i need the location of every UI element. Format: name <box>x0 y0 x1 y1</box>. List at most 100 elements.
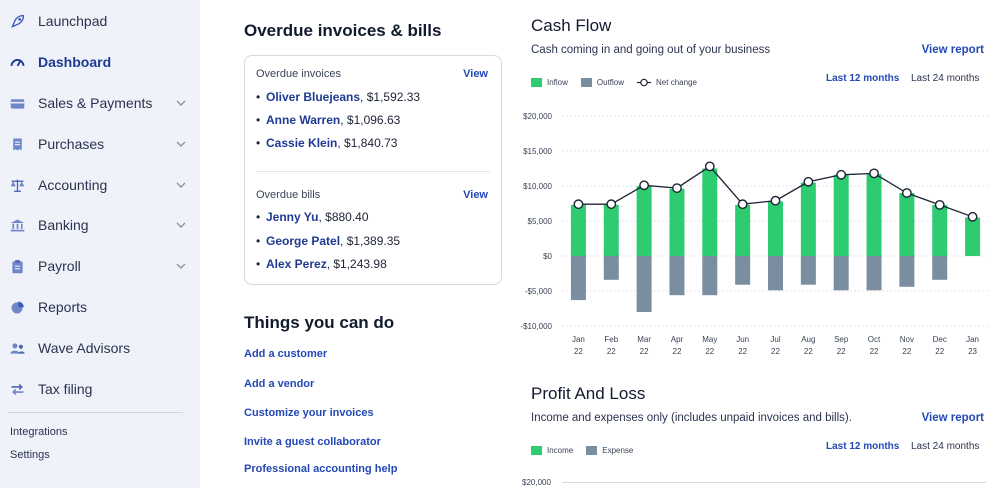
profit-loss-range-12-months[interactable]: Last 12 months <box>826 441 899 452</box>
profit-loss-view-report-link[interactable]: View report <box>922 412 984 424</box>
sidebar-divider <box>8 412 183 413</box>
chevron-down-icon[interactable] <box>174 218 188 232</box>
profit-loss-range-24-months[interactable]: Last 24 months <box>911 441 979 452</box>
sidebar-link-settings[interactable]: Settings <box>10 449 50 461</box>
x-tick-label: 22 <box>771 347 780 356</box>
net-change-point <box>869 168 879 179</box>
net-change-swatch <box>637 78 652 87</box>
legend-inflow-label: Inflow <box>547 78 568 87</box>
receipt-icon <box>8 135 27 154</box>
overdue-bill-row: • Alex Perez, $1,243.98 <box>256 257 387 271</box>
outflow-bar <box>899 256 915 287</box>
inflow-bar <box>932 204 948 256</box>
bill-amount: , $1,243.98 <box>326 257 387 271</box>
sidebar-link-integrations[interactable]: Integrations <box>10 426 67 438</box>
add-vendor-link[interactable]: Add a vendor <box>244 378 314 390</box>
cash-flow-range-24-months[interactable]: Last 24 months <box>911 73 979 84</box>
net-change-point <box>934 200 945 210</box>
x-tick-label: 22 <box>738 347 747 356</box>
arrows-icon <box>8 380 27 399</box>
cash-flow-view-report-link[interactable]: View report <box>922 44 984 56</box>
sidebar-item-launchpad[interactable]: Launchpad <box>0 5 200 37</box>
bill-vendor-link[interactable]: Jenny Yu <box>266 210 318 224</box>
profit-loss-gridline <box>562 482 986 483</box>
legend-net-change-label: Net change <box>656 78 697 87</box>
legend-outflow: Outflow <box>580 78 625 87</box>
sidebar-item-label: Dashboard <box>38 54 112 70</box>
add-customer-link[interactable]: Add a customer <box>244 348 327 360</box>
sidebar-item-accounting[interactable]: Accounting <box>0 169 200 201</box>
x-tick-label: Jul <box>770 335 780 344</box>
sidebar-item-wave-advisors[interactable]: Wave Advisors <box>0 332 200 364</box>
cash-flow-title: Cash Flow <box>531 16 612 35</box>
sidebar-item-label: Wave Advisors <box>38 340 131 356</box>
bank-icon <box>8 216 27 235</box>
x-tick-label: 22 <box>837 347 846 356</box>
sidebar-item-tax-filing[interactable]: Tax filing <box>0 373 200 405</box>
rocket-icon <box>8 12 27 31</box>
overdue-invoice-row: • Cassie Klein, $1,840.73 <box>256 136 398 150</box>
outflow-bar <box>669 256 685 296</box>
things-you-can-do-title: Things you can do <box>244 313 395 332</box>
profit-loss-title: Profit And Loss <box>531 384 646 403</box>
bill-vendor-link[interactable]: George Patel <box>266 234 340 248</box>
inflow-bar <box>636 186 652 256</box>
invite-collaborator-link[interactable]: Invite a guest collaborator <box>244 436 381 448</box>
bill-amount: , $1,389.35 <box>340 234 401 248</box>
outflow-bar <box>603 256 619 280</box>
x-tick-label: 22 <box>902 347 911 356</box>
y-tick-label: -$10,000 <box>520 322 552 331</box>
overdue-invoices-view-link[interactable]: View <box>463 68 488 80</box>
sidebar-item-label: Sales & Payments <box>38 95 153 111</box>
inflow-bar <box>702 168 718 256</box>
cash-flow-chart: $20,000 $15,000 $10,000 $5,000 $0 -$5,000 -$10… <box>520 112 989 356</box>
overdue-section-title: Overdue invoices & bills <box>244 21 442 40</box>
invoice-customer-link[interactable]: Oliver Bluejeans <box>266 90 360 104</box>
overdue-bill-row: • George Patel, $1,389.35 <box>256 234 401 248</box>
inflow-swatch <box>531 78 542 87</box>
sidebar-item-label: Launchpad <box>38 13 108 29</box>
card-divider <box>256 171 490 172</box>
overdue-bills-label: Overdue bills <box>256 189 321 201</box>
chevron-down-icon[interactable] <box>174 137 188 151</box>
accounting-help-link[interactable]: Professional accounting help <box>244 463 397 475</box>
customize-invoices-link[interactable]: Customize your invoices <box>244 407 374 419</box>
sidebar: Launchpad Dashboard Sales & Payments Purcha… <box>0 0 200 488</box>
sidebar-item-label: Purchases <box>38 136 105 152</box>
inflow-bar <box>570 204 586 256</box>
bill-vendor-link[interactable]: Alex Perez <box>266 257 327 271</box>
legend-outflow-label: Outflow <box>596 78 625 87</box>
x-tick-label: Jun <box>736 335 749 344</box>
cash-flow-range-12-months[interactable]: Last 12 months <box>826 73 899 84</box>
x-tick-label: 22 <box>935 347 944 356</box>
sidebar-item-reports[interactable]: Reports <box>0 291 200 323</box>
sidebar-item-payroll[interactable]: Payroll <box>0 250 200 282</box>
overdue-bill-row: • Jenny Yu, $880.40 <box>256 210 369 224</box>
pie-chart-icon <box>8 298 27 317</box>
x-tick-label: Mar <box>637 335 651 344</box>
inflow-bar <box>735 204 751 256</box>
sidebar-item-dashboard[interactable]: Dashboard <box>0 46 200 78</box>
net-change-point <box>770 195 781 206</box>
x-tick-label: 22 <box>804 347 813 356</box>
chevron-down-icon[interactable] <box>174 96 188 110</box>
invoice-customer-link[interactable]: Cassie Klein <box>266 136 337 150</box>
invoice-customer-link[interactable]: Anne Warren <box>266 113 340 127</box>
x-tick-label: Sep <box>834 335 849 344</box>
legend-expense-label: Expense <box>602 446 634 455</box>
overdue-invoice-row: • Anne Warren, $1,096.63 <box>256 113 401 127</box>
overdue-invoice-row: • Oliver Bluejeans, $1,592.33 <box>256 90 421 104</box>
sidebar-item-purchases[interactable]: Purchases <box>0 128 200 160</box>
chevron-down-icon[interactable] <box>174 178 188 192</box>
x-tick-label: Feb <box>604 335 618 344</box>
x-tick-label: Apr <box>671 335 684 344</box>
y-tick-label: $15,000 <box>523 147 552 156</box>
overdue-bills-view-link[interactable]: View <box>463 189 488 201</box>
legend-inflow: Inflow <box>531 78 568 87</box>
sidebar-item-sales-payments[interactable]: Sales & Payments <box>0 87 200 119</box>
sidebar-item-banking[interactable]: Banking <box>0 209 200 241</box>
x-tick-label: May <box>702 335 717 344</box>
inflow-bar <box>833 174 849 256</box>
inflow-bar <box>965 217 981 256</box>
chevron-down-icon[interactable] <box>174 259 188 273</box>
